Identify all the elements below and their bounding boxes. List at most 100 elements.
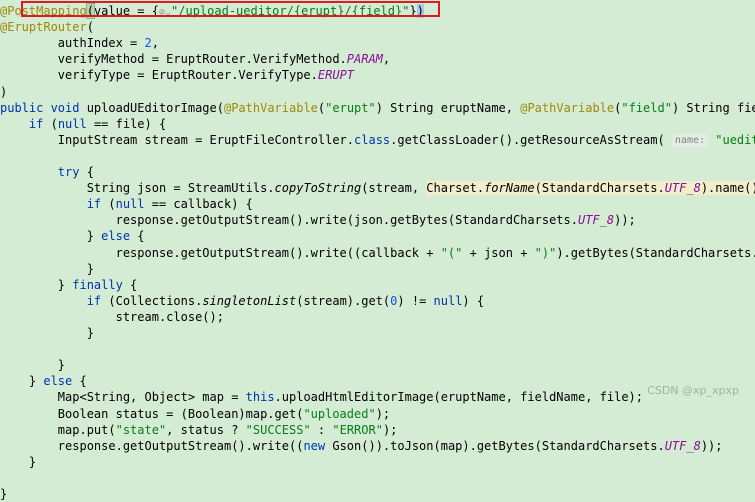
code-line-3: authIndex = 2, [0, 35, 755, 51]
code-token: .uploadHtmlEditorImage(eruptName, fieldN… [274, 390, 644, 405]
code-token: )); [700, 438, 723, 453]
code-token: .getClassLoader().getResourceAsStream( [390, 132, 672, 147]
code-token: null [115, 197, 145, 212]
code-token: if [28, 116, 51, 131]
code-line-16: response.getOutputStream().write((callba… [0, 245, 755, 261]
code-editor[interactable]: @PostMapping(value = {⊘⌄"/upload-ueditor… [0, 0, 755, 501]
code-token: } [0, 487, 8, 501]
code-token: "SUCCESS" [245, 422, 311, 437]
code-line-4: verifyMethod = EruptRouter.VerifyMethod.… [0, 51, 755, 67]
code-line-25: Map<String, Object> map = this.uploadHtm… [0, 389, 755, 405]
code-token: class [354, 132, 391, 147]
code-token: ) [0, 84, 8, 99]
code-token: ( [86, 20, 94, 35]
code-token: , [382, 52, 391, 67]
code-token: , status ? [166, 422, 246, 437]
code-token: ) String eruptName, [375, 100, 521, 115]
code-token: this [245, 390, 275, 405]
code-token: verifyMethod = EruptRouter.VerifyMethod. [0, 52, 347, 67]
code-line-29: } [0, 454, 755, 470]
code-token: } [0, 374, 44, 389]
code-line-8: if (null == file) { [0, 116, 755, 132]
code-line-5: verifyType = EruptRouter.VerifyType.ERUP… [0, 67, 755, 83]
code-token: uploadUEditorImage( [86, 100, 224, 115]
code-line-7: public void uploadUEditorImage(@PathVari… [0, 100, 755, 116]
code-token: ); [375, 406, 391, 421]
code-token: null [433, 293, 463, 308]
code-token: UTF_8 [664, 181, 701, 196]
code-token: ERUPT [317, 68, 355, 83]
code-token: else [43, 374, 80, 389]
code-token: "field" [621, 100, 672, 115]
code-token: "state" [115, 422, 167, 437]
code-line-18: } finally { [0, 277, 755, 293]
code-token: if [86, 197, 109, 212]
code-token: verifyType = EruptRouter.VerifyType. [0, 68, 318, 83]
code-token: ) { [462, 293, 485, 308]
code-line-20: stream.close(); [0, 309, 755, 325]
code-line-11: try { [0, 164, 755, 180]
code-token: public void [0, 100, 87, 115]
code-token: (Collections. [108, 293, 203, 308]
code-token: "ERROR" [332, 422, 383, 437]
code-token: response.getOutputStream().write((callba… [0, 245, 441, 260]
code-token: "(" [440, 245, 463, 260]
code-token: response.getOutputStream().write(json.ge… [0, 213, 578, 228]
code-token: 2 [144, 36, 152, 51]
code-token: ).name() [700, 181, 755, 196]
code-token: + json + [462, 245, 535, 260]
code-token: ( [108, 197, 116, 212]
code-token: @PathVariable [223, 100, 318, 115]
code-token: try [57, 165, 87, 179]
code-token: : [310, 422, 333, 437]
code-token: "uploaded" [303, 406, 376, 421]
code-token: String json = StreamUtils. [0, 181, 275, 196]
code-token: forName [484, 181, 535, 196]
code-line-21: } [0, 325, 755, 341]
code-token: (StandardCharsets. [534, 181, 665, 196]
code-token: ).getBytes(StandardCharsets. [556, 245, 755, 260]
code-token: finally [72, 277, 131, 292]
code-token: UTF_8 [577, 213, 615, 228]
code-token: (stream, [361, 181, 427, 196]
code-token: { [137, 229, 145, 244]
code-token: if [86, 293, 109, 308]
code-token: @PathVariable [520, 100, 615, 115]
code-token: } [0, 229, 102, 244]
code-token: authIndex = [0, 36, 145, 51]
code-token: UTF_8 [664, 438, 701, 453]
code-token: copyToString [274, 181, 362, 196]
code-token: , [151, 36, 159, 51]
code-token: ) String fie [671, 100, 755, 115]
code-token: ) != [397, 293, 434, 308]
code-token: { [79, 374, 87, 389]
code-token: stream.close(); [0, 309, 224, 324]
code-token: @EruptRouter [0, 20, 87, 35]
code-token: } [0, 277, 73, 292]
code-token: == file) { [86, 116, 167, 131]
code-token: Boolean status = (Boolean)map.get( [0, 406, 304, 421]
code-token: new [303, 438, 333, 453]
code-token: } [0, 326, 94, 340]
code-line-14: response.getOutputStream().write(json.ge… [0, 212, 755, 228]
code-line-15: } else { [0, 228, 755, 244]
code-line-28: response.getOutputStream().write((new Gs… [0, 438, 755, 454]
code-line-31: } [0, 486, 755, 502]
code-token: singletonList [202, 293, 297, 308]
code-line-2: @EruptRouter( [0, 19, 755, 35]
code-token: InputStream stream = EruptFileController… [0, 132, 355, 147]
code-token: == callback) { [144, 197, 253, 212]
code-line-6: ) [0, 84, 755, 100]
code-token: ")" [534, 245, 557, 260]
code-token: "erupt" [325, 100, 376, 115]
code-token: Charset. [426, 181, 485, 196]
code-token: "uedit [715, 132, 755, 147]
code-line-23: } [0, 357, 755, 373]
